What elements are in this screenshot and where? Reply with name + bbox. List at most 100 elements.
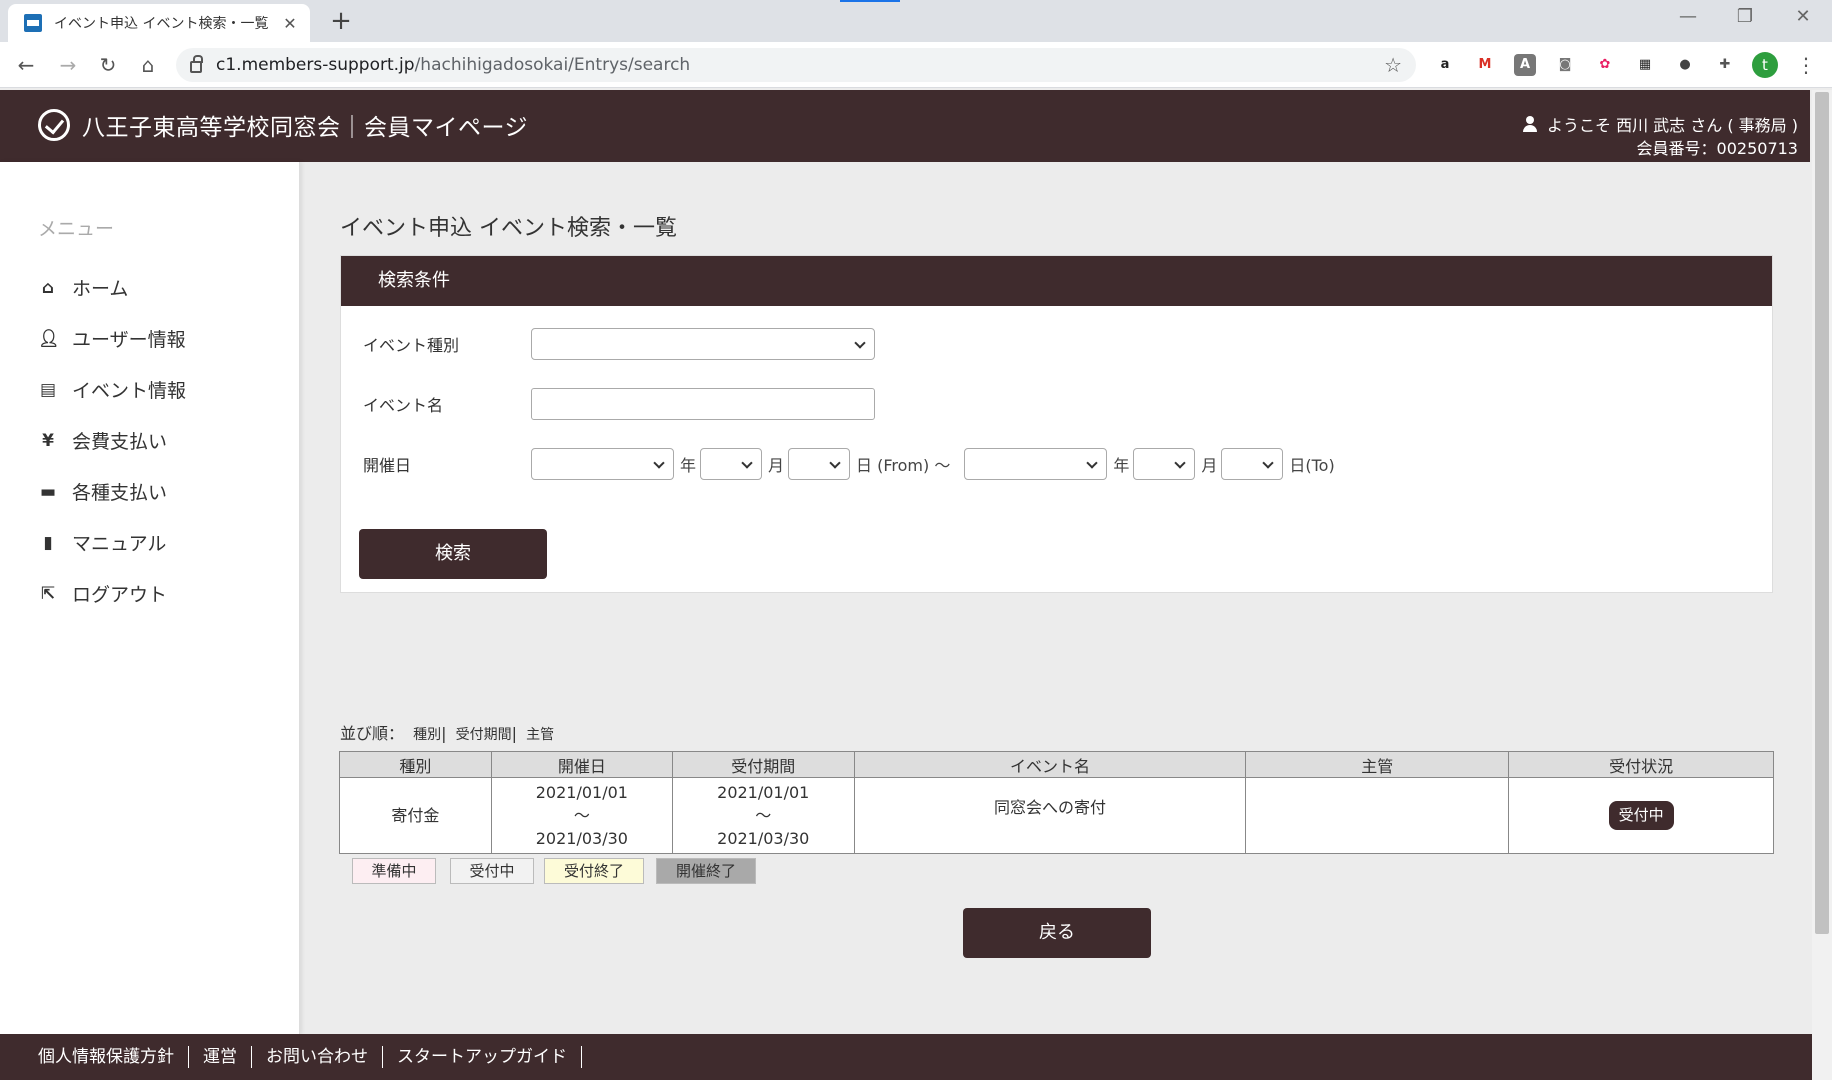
footer-link-privacy[interactable]: 個人情報保護方針 [38,1046,189,1068]
user-icon: 👤︎ [38,328,60,349]
sidebar-item-label: イベント情報 [72,380,187,402]
legend-ended: 開催終了 [656,858,756,884]
month-unit: 月 [768,456,785,475]
footer-link-contact[interactable]: お問い合わせ [266,1046,383,1068]
page-title: イベント申込 イベント検索・一覧 [340,216,677,241]
restore-icon[interactable]: ❐ [1730,6,1760,27]
day-from-unit: 日 (From) ～ [856,456,951,475]
period-to: 2021/03/30 [717,829,810,848]
status-badge[interactable]: 受付中 [1608,801,1674,830]
column-header: 開催日 [490,751,673,778]
event-date-row: 開催日 年 月 日 (From) ～ 年 月 日(To) [363,448,1339,480]
qr-extension-icon[interactable]: ▦ [1634,54,1656,76]
color-extension-icon[interactable]: ✿ [1594,54,1616,76]
period-from: 2021/01/01 [717,783,810,802]
cell-period: 2021/01/01 ～ 2021/03/30 [671,777,855,854]
from-month-select[interactable] [700,448,763,480]
url-text: c1.members-support.jp/hachihigadosokai/E… [216,55,691,75]
amazon-extension-icon[interactable]: a [1434,54,1456,76]
bookmark-star-icon[interactable]: ☆ [1384,53,1402,77]
back-arrow-icon[interactable]: ← [12,51,40,79]
logout-icon: ⇱ [40,583,56,604]
user-info: ようこそ 西川 武志 さん ( 事務局 ) 会員番号：00250713 [1522,114,1798,160]
sidebar-item-manual[interactable]: ▮ マニュアル [38,517,186,568]
sort-by-period[interactable]: 受付期間 [456,727,512,743]
browser-tabstrip: イベント申込 イベント検索・一覧 ✕ + — ❐ ✕ [0,0,1832,42]
minimize-icon[interactable]: — [1673,6,1703,27]
event-table: 種別 開催日 受付期間 イベント名 主管 受付状況 寄付金 2021/01/01… [339,751,1774,854]
browser-tab[interactable]: イベント申込 イベント検索・一覧 ✕ [8,4,310,42]
footer-link-startup-guide[interactable]: スタートアップガイド [397,1046,582,1068]
column-header: 受付状況 [1508,751,1774,778]
sidebar: メニュー ⌂ ホーム 👤︎ ユーザー情報 ▤ イベント情報 ¥ 会費支払い ▬ … [0,162,300,1034]
site-brand[interactable]: 八王子東高等学校同窓会｜会員マイページ [38,108,528,142]
column-header: 主管 [1245,751,1510,778]
window-close-icon[interactable]: ✕ [1788,6,1818,27]
footer-link-operator[interactable]: 運営 [203,1046,252,1068]
ap-extension-icon[interactable]: A [1514,54,1536,76]
member-number: 会員番号：00250713 [1636,139,1798,158]
from-year-select[interactable] [531,448,674,480]
cell-event-date: 2021/01/01 ～ 2021/03/30 [490,777,673,854]
month-unit: 月 [1201,456,1218,475]
sidebar-item-user-info[interactable]: 👤︎ ユーザー情報 [38,313,186,364]
new-tab-button[interactable]: + [326,6,356,36]
forward-arrow-icon[interactable]: → [54,51,82,79]
scrollbar-thumb[interactable] [1815,92,1829,934]
sidebar-item-payments[interactable]: ▬ 各種支払い [38,466,186,517]
gmail-extension-icon[interactable]: M [1474,54,1496,76]
puzzle-extension-icon[interactable]: ✚ [1714,54,1736,76]
event-name-input[interactable] [531,388,875,420]
browser-menu-icon[interactable]: ⋮ [1796,52,1816,78]
sidebar-item-event-info[interactable]: ▤ イベント情報 [38,364,186,415]
panel-title: 検索条件 [341,256,1772,306]
event-name-label: イベント名 [363,396,444,415]
search-button[interactable]: 検索 [359,529,547,579]
to-month-select[interactable] [1133,448,1196,480]
to-year-select[interactable] [964,448,1108,480]
cell-event-name[interactable]: 同窓会への寄付 [853,777,1247,854]
profile-avatar[interactable]: t [1752,52,1778,78]
table-header-row: 種別 開催日 受付期間 イベント名 主管 受付状況 [339,751,1774,778]
table-row[interactable]: 寄付金 2021/01/01 ～ 2021/03/30 2021/01/01 ～… [339,777,1774,854]
person-icon [1522,116,1537,132]
sort-by-type[interactable]: 種別 [413,727,441,743]
sort-label: 並び順： [340,724,405,743]
sidebar-item-label: ユーザー情報 [72,329,186,351]
column-header: 種別 [339,751,492,778]
sidebar-item-label: ログアウト [72,584,168,606]
yen-icon: ¥ [42,430,54,451]
circle-extension-icon[interactable]: ● [1674,54,1696,76]
tab-indicator [840,0,900,2]
sidebar-item-home[interactable]: ⌂ ホーム [38,262,186,313]
reload-icon[interactable]: ↻ [94,51,122,79]
camera-extension-icon[interactable]: ◙ [1554,54,1576,76]
home-icon: ⌂ [41,277,55,298]
sidebar-item-label: 各種支払い [72,482,168,504]
legend-preparing: 準備中 [352,858,436,884]
address-bar[interactable]: c1.members-support.jp/hachihigadosokai/E… [176,48,1416,82]
legend-accepting: 受付中 [450,858,534,884]
sort-by-organizer[interactable]: 主管 [526,727,554,743]
date-from: 2021/01/01 [535,783,628,802]
event-type-select[interactable] [531,328,875,360]
sidebar-item-logout[interactable]: ⇱ ログアウト [38,568,186,619]
site-favicon-icon [24,14,42,32]
back-button[interactable]: 戻る [963,908,1151,958]
to-day-select[interactable] [1221,448,1284,480]
page-scrollbar[interactable] [1812,90,1832,1080]
sidebar-item-membership-fee[interactable]: ¥ 会費支払い [38,415,186,466]
book-icon: ▮ [43,532,53,553]
from-day-select[interactable] [788,448,851,480]
column-header: 受付期間 [671,751,855,778]
cell-organizer [1245,777,1510,854]
tab-close-icon[interactable]: ✕ [280,14,300,33]
event-date-label: 開催日 [363,456,412,475]
year-unit: 年 [1113,456,1130,475]
site-header: 八王子東高等学校同窓会｜会員マイページ ようこそ 西川 武志 さん ( 事務局 … [0,90,1810,162]
menu-title: メニュー [38,218,115,240]
year-unit: 年 [680,456,697,475]
menu-list: ⌂ ホーム 👤︎ ユーザー情報 ▤ イベント情報 ¥ 会費支払い ▬ 各種支払い… [38,262,186,619]
column-header: イベント名 [853,751,1247,778]
home-browser-icon[interactable]: ⌂ [134,51,162,79]
